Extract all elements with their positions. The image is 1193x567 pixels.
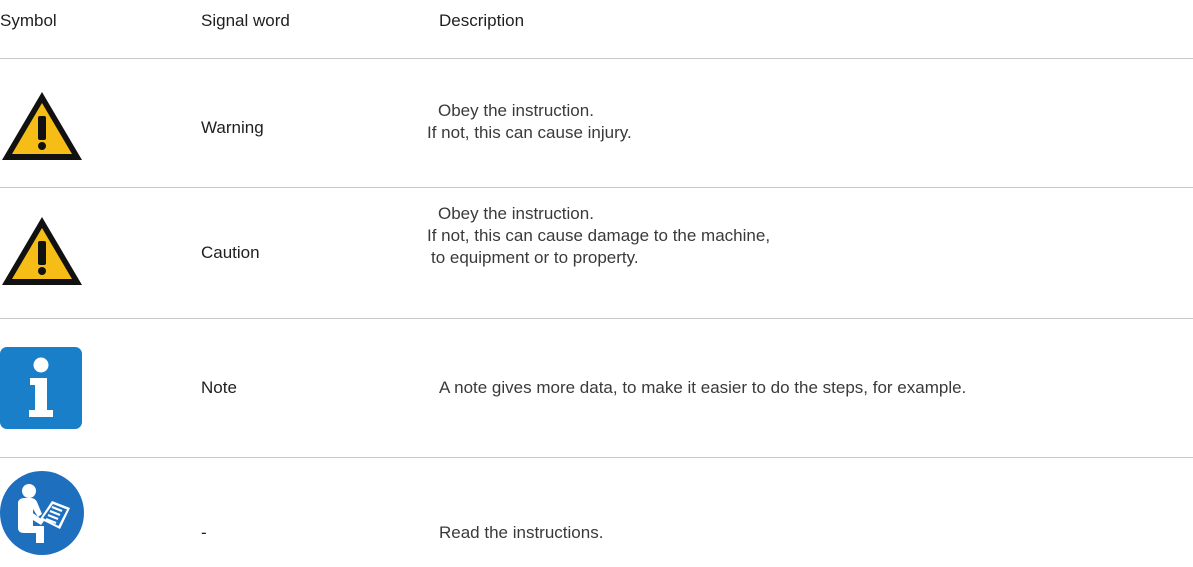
warning-triangle-icon (0, 214, 84, 293)
read-manual-icon (0, 471, 84, 560)
description-line: If not, this can cause damage to the mac… (427, 226, 771, 245)
info-icon (0, 347, 82, 434)
table-row-read-instructions: - Read the instructions. (0, 458, 1193, 567)
table-row-warning: Warning Obey the instruction. If not, th… (0, 59, 1193, 187)
description-note: A note gives more data, to make it easie… (439, 377, 966, 399)
signal-word-none: - (201, 523, 207, 542)
description-warning: Obey the instruction. If not, this can c… (427, 100, 632, 144)
table-row-note: Note A note gives more data, to make it … (0, 319, 1193, 457)
description-read-instructions: Read the instructions. (439, 522, 603, 544)
signal-word-warning: Warning (201, 118, 264, 137)
description-line: If not, this can cause injury. (427, 123, 632, 142)
column-header-symbol: Symbol (0, 11, 57, 30)
description-line: Obey the instruction. (438, 204, 594, 223)
description-line: Obey the instruction. (438, 101, 594, 120)
column-header-signal-word: Signal word (201, 11, 290, 30)
description-caution: Obey the instruction. If not, this can c… (427, 203, 770, 269)
signal-word-caution: Caution (201, 243, 260, 262)
table-row-caution: Caution Obey the instruction. If not, th… (0, 188, 1193, 318)
table-header: Symbol Signal word Description (0, 0, 1193, 58)
column-header-description: Description (439, 11, 525, 30)
description-line: A note gives more data, to make it easie… (439, 378, 967, 397)
signal-word-note: Note (201, 378, 237, 397)
description-line: to equipment or to property. (431, 248, 639, 267)
description-line: Read the instructions. (439, 523, 604, 542)
warning-triangle-icon (0, 89, 84, 168)
